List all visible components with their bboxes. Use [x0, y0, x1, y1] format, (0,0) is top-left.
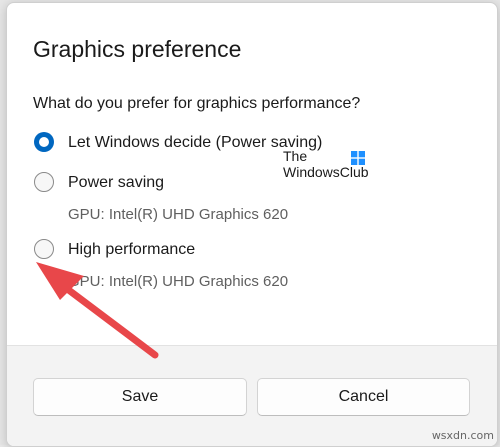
graphics-preference-dialog: Graphics preference What do you prefer f…	[6, 2, 498, 447]
radio-power-saving[interactable]	[34, 172, 54, 192]
dialog-question: What do you prefer for graphics performa…	[33, 95, 360, 113]
radio-let-windows-decide[interactable]	[34, 132, 54, 152]
gpu-info-high-performance: GPU: Intel(R) UHD Graphics 620	[68, 273, 288, 290]
windows-logo-icon	[351, 151, 365, 165]
option-label-high-performance[interactable]: High performance	[68, 241, 195, 259]
gpu-info-power-saving: GPU: Intel(R) UHD Graphics 620	[68, 206, 288, 223]
thewindowsclub-logo: The WindowsClub	[283, 148, 383, 184]
dialog-title: Graphics preference	[33, 36, 241, 63]
logo-text-windowsclub: WindowsClub	[283, 164, 369, 180]
option-label-power-saving[interactable]: Power saving	[68, 174, 164, 192]
save-button[interactable]: Save	[33, 378, 247, 416]
logo-text-the: The	[283, 148, 307, 164]
site-watermark: wsxdn.com	[432, 429, 494, 442]
cancel-button[interactable]: Cancel	[257, 378, 470, 416]
dialog-footer: Save Cancel	[7, 345, 497, 447]
radio-high-performance[interactable]	[34, 239, 54, 259]
